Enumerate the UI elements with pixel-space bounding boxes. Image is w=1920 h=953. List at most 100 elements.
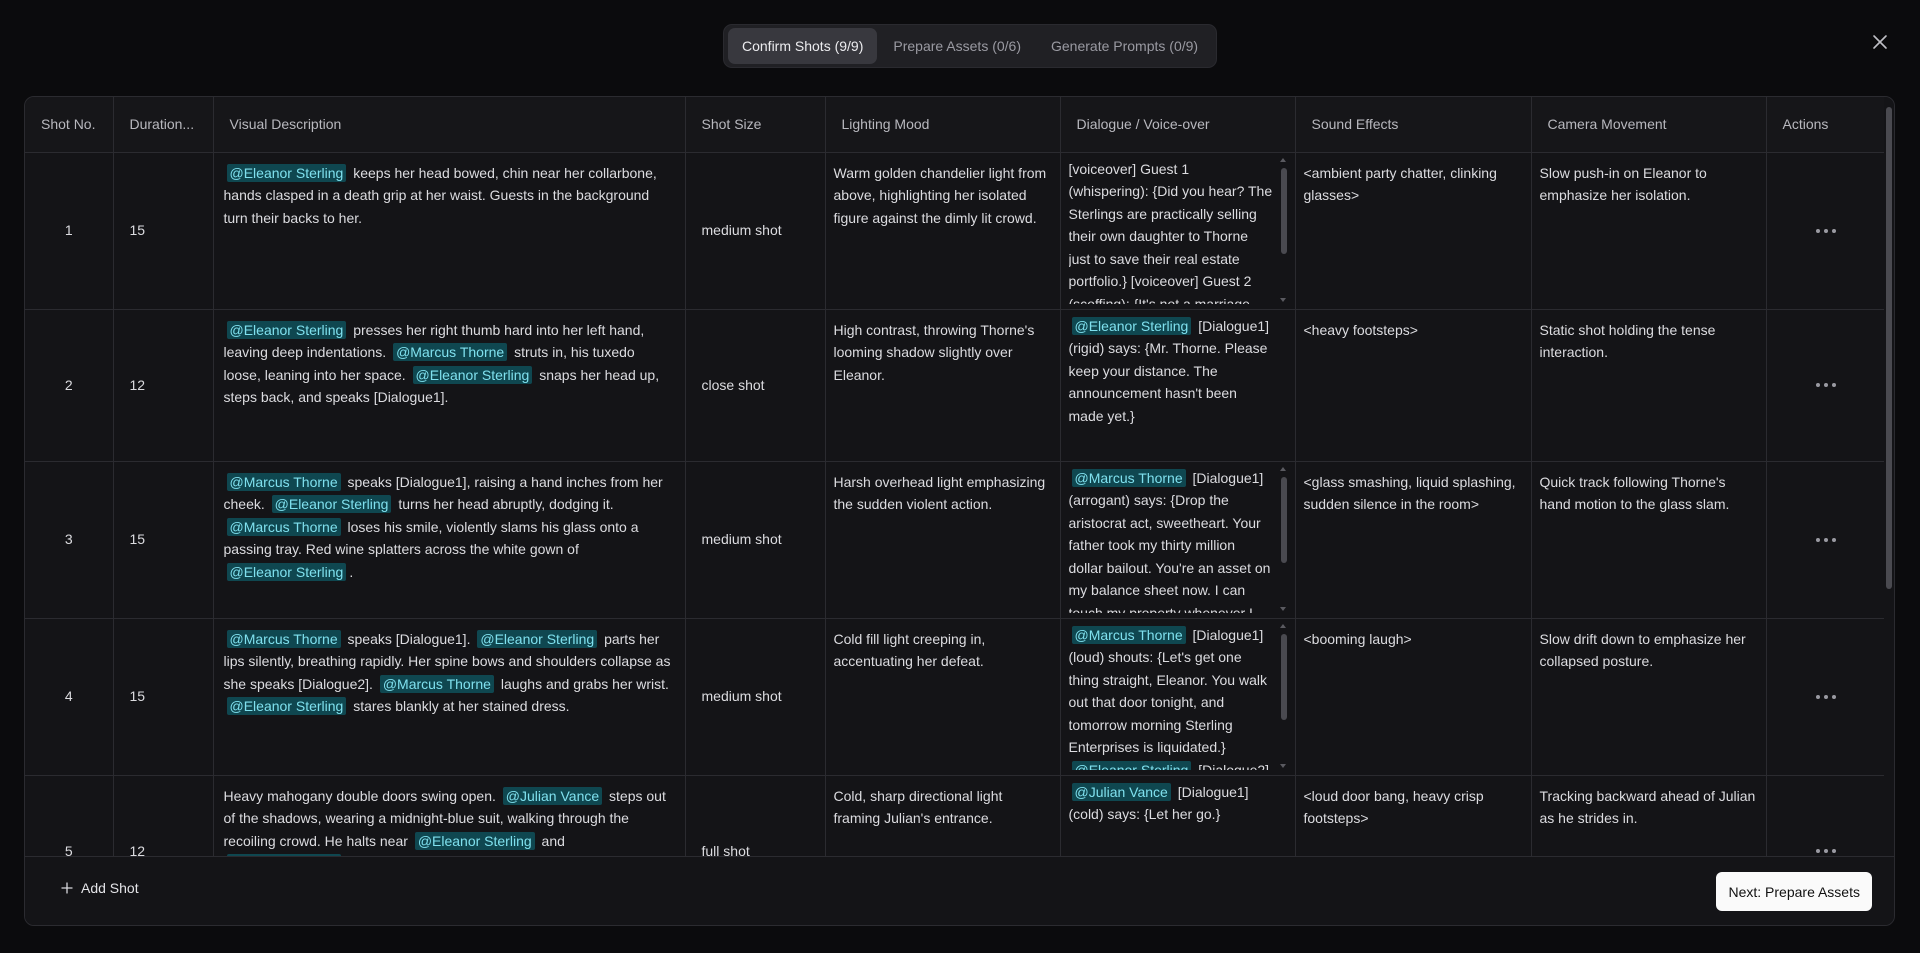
character-mention-tag[interactable]: @Marcus Thorne — [379, 674, 494, 693]
character-mention-tag[interactable]: @Marcus Thorne — [393, 343, 508, 361]
lighting-mood-cell[interactable]: Cold, sharp directional light framing Ju… — [825, 775, 1061, 856]
next-prepare-assets-button[interactable]: Next: Prepare Assets — [1716, 872, 1872, 911]
dialogue-scrollbar-thumb[interactable] — [1280, 633, 1287, 720]
character-mention-tag[interactable]: @Julian Vance — [502, 786, 603, 805]
character-mention-tag[interactable]: @Eleanor Sterling — [1071, 316, 1192, 335]
more-horizontal-icon[interactable] — [1808, 221, 1844, 241]
lighting-mood-cell[interactable]: Warm golden chandelier light from above,… — [825, 152, 1061, 310]
more-horizontal-icon[interactable] — [1808, 375, 1844, 395]
tab-confirm-shots[interactable]: Confirm Shots (9/9) — [728, 28, 878, 64]
shot-number-cell[interactable]: 3 — [25, 461, 114, 619]
actions-cell[interactable] — [1766, 775, 1885, 856]
visual-description-cell[interactable]: Heavy mahogany double doors swing open. … — [213, 775, 686, 856]
close-button[interactable] — [1866, 28, 1894, 56]
scroll-up-arrow-icon[interactable] — [1279, 157, 1286, 162]
table-scrollbar-thumb[interactable] — [1886, 107, 1892, 589]
actions-cell[interactable] — [1766, 618, 1885, 776]
lighting-mood-cell[interactable]: Harsh overhead light emphasizing the sud… — [825, 461, 1061, 619]
dialogue-scrollbar-thumb[interactable] — [1280, 167, 1287, 254]
duration-cell[interactable]: 15 — [113, 152, 214, 310]
sound-effects-cell[interactable]: <ambient party chatter, clinking glasses… — [1295, 152, 1532, 310]
character-mention-tag[interactable]: @Eleanor Sterling — [271, 495, 392, 513]
scroll-up-arrow-icon[interactable] — [1279, 466, 1286, 471]
table-row[interactable]: 4 15 @Marcus Thorne speaks [Dialogue1]. @E… — [25, 618, 1885, 776]
shot-size-cell[interactable]: medium shot — [685, 618, 826, 776]
camera-movement-cell[interactable]: Quick track following Thorne's hand moti… — [1531, 461, 1767, 619]
shot-number-cell[interactable]: 2 — [25, 309, 114, 462]
character-mention-tag[interactable]: @Julian Vance — [1071, 782, 1171, 801]
shot-size-cell[interactable]: medium shot — [685, 461, 826, 619]
visual-description-cell[interactable]: @Marcus Thorne speaks [Dialogue1]. @Elea… — [213, 618, 686, 776]
sound-effects-cell[interactable]: <loud door bang, heavy crisp footsteps> — [1295, 775, 1532, 856]
character-mention-tag[interactable]: @Eleanor Sterling — [226, 163, 347, 182]
character-mention-tag[interactable]: @Eleanor Sterling — [414, 831, 535, 850]
shot-size-cell[interactable]: full shot — [685, 775, 826, 856]
shot-number-cell[interactable]: 4 — [25, 618, 114, 776]
table-row[interactable]: 2 12 @Eleanor Sterling presses her right t… — [25, 309, 1885, 462]
lighting-mood-cell[interactable]: High contrast, throwing Thorne's looming… — [825, 309, 1061, 462]
visual-description-cell[interactable]: @Eleanor Sterling presses her right thum… — [213, 309, 686, 462]
character-mention-tag[interactable]: @Marcus Thorne — [226, 517, 341, 536]
dialogue-scroll-area[interactable]: @Julian Vance [Dialogue1] (cold) says: {… — [1069, 781, 1287, 857]
dialogue-scroll-area[interactable]: @Marcus Thorne [Dialogue1] (arrogant) sa… — [1069, 466, 1287, 613]
add-shot-button[interactable]: Add Shot — [61, 880, 139, 896]
character-mention-tag[interactable]: @Marcus Thorne — [1071, 468, 1186, 487]
duration-cell[interactable]: 15 — [113, 461, 214, 619]
character-mention-tag[interactable]: @Eleanor Sterling — [226, 320, 347, 339]
scroll-up-arrow-icon[interactable] — [1279, 623, 1286, 628]
shot-number-cell[interactable]: 1 — [25, 152, 114, 310]
dialogue-cell[interactable]: @Marcus Thorne [Dialogue1] (loud) shouts… — [1060, 618, 1296, 776]
dialogue-cell[interactable]: @Marcus Thorne [Dialogue1] (arrogant) sa… — [1060, 461, 1296, 619]
dialogue-scroll-area[interactable]: [voiceover] Guest 1 (whispering): {Did y… — [1068, 157, 1287, 304]
sound-effects-cell[interactable]: <heavy footsteps> — [1295, 309, 1532, 462]
shot-number-cell[interactable]: 5 — [25, 775, 114, 856]
camera-movement-cell[interactable]: Slow push-in on Eleanor to emphasize her… — [1531, 152, 1767, 310]
dialogue-cell[interactable]: @Julian Vance [Dialogue1] (cold) says: {… — [1060, 775, 1296, 857]
table-row[interactable]: 5 12 Heavy mahogany double doors swing ope… — [25, 775, 1885, 856]
visual-description-cell[interactable]: @Eleanor Sterling keeps her head bowed, … — [213, 152, 686, 310]
table-row[interactable]: 1 15 @Eleanor Sterling keeps her head bowe… — [25, 152, 1885, 310]
character-mention-tag[interactable]: @Marcus Thorne — [226, 629, 341, 648]
dialogue-scroll-area[interactable]: @Eleanor Sterling [Dialogue1] (rigid) sa… — [1069, 315, 1287, 461]
actions-cell[interactable] — [1766, 152, 1885, 310]
duration-cell[interactable]: 12 — [113, 309, 214, 462]
character-mention-tag[interactable]: @Eleanor Sterling — [477, 629, 598, 648]
character-mention-tag[interactable]: @Eleanor Sterling — [412, 365, 533, 384]
description-text: [voiceover] Guest 1 (whispering): {Did y… — [1068, 160, 1273, 304]
scroll-down-arrow-icon[interactable] — [1279, 297, 1286, 302]
lighting-mood-cell[interactable]: Cold fill light creeping in, accentuatin… — [825, 618, 1061, 776]
shot-size-cell[interactable]: medium shot — [685, 152, 826, 310]
duration-cell[interactable]: 15 — [113, 618, 214, 776]
column-header-shot-size: Shot Size — [685, 97, 826, 153]
column-header-duration[interactable]: Duration... — [113, 97, 214, 153]
scroll-down-arrow-icon[interactable] — [1279, 606, 1286, 611]
table-row[interactable]: 3 15 @Marcus Thorne speaks [Dialogue1], ra… — [25, 461, 1885, 619]
tab-prepare-assets[interactable]: Prepare Assets (0/6) — [879, 28, 1035, 64]
camera-movement-cell[interactable]: Static shot holding the tense interactio… — [1531, 309, 1767, 462]
more-horizontal-icon[interactable] — [1808, 530, 1844, 550]
shots-table-container[interactable]: Shot No. Duration... Visual Description … — [25, 97, 1886, 856]
more-horizontal-icon[interactable] — [1808, 687, 1844, 707]
dialogue-scrollbar-thumb[interactable] — [1280, 476, 1287, 563]
dialogue-cell[interactable]: @Eleanor Sterling [Dialogue1] (rigid) sa… — [1060, 309, 1296, 462]
visual-description-cell[interactable]: @Marcus Thorne speaks [Dialogue1], raisi… — [213, 461, 686, 619]
character-mention-tag[interactable]: @Eleanor Sterling — [1071, 760, 1192, 770]
table-scrollbar[interactable] — [1884, 97, 1894, 856]
tab-generate-prompts[interactable]: Generate Prompts (0/9) — [1037, 28, 1212, 64]
character-mention-tag[interactable]: @Marcus Thorne — [1071, 625, 1186, 644]
character-mention-tag[interactable]: @Marcus Thorne — [226, 472, 341, 491]
actions-cell[interactable] — [1766, 461, 1885, 619]
character-mention-tag[interactable]: @Eleanor Sterling — [226, 562, 347, 581]
camera-movement-cell[interactable]: Slow drift down to emphasize her collaps… — [1531, 618, 1767, 776]
sound-effects-cell[interactable]: <booming laugh> — [1295, 618, 1532, 776]
dialogue-cell[interactable]: [voiceover] Guest 1 (whispering): {Did y… — [1060, 152, 1296, 310]
camera-movement-cell[interactable]: Tracking backward ahead of Julian as he … — [1531, 775, 1767, 856]
duration-cell[interactable]: 12 — [113, 775, 214, 856]
dialogue-scroll-area[interactable]: @Marcus Thorne [Dialogue1] (loud) shouts… — [1069, 623, 1287, 770]
character-mention-tag[interactable]: @Eleanor Sterling — [226, 697, 347, 715]
more-horizontal-icon[interactable] — [1808, 841, 1844, 856]
sound-effects-cell[interactable]: <glass smashing, liquid splashing, sudde… — [1295, 461, 1532, 619]
actions-cell[interactable] — [1766, 309, 1885, 462]
scroll-down-arrow-icon[interactable] — [1279, 763, 1286, 768]
shot-size-cell[interactable]: close shot — [685, 309, 826, 462]
